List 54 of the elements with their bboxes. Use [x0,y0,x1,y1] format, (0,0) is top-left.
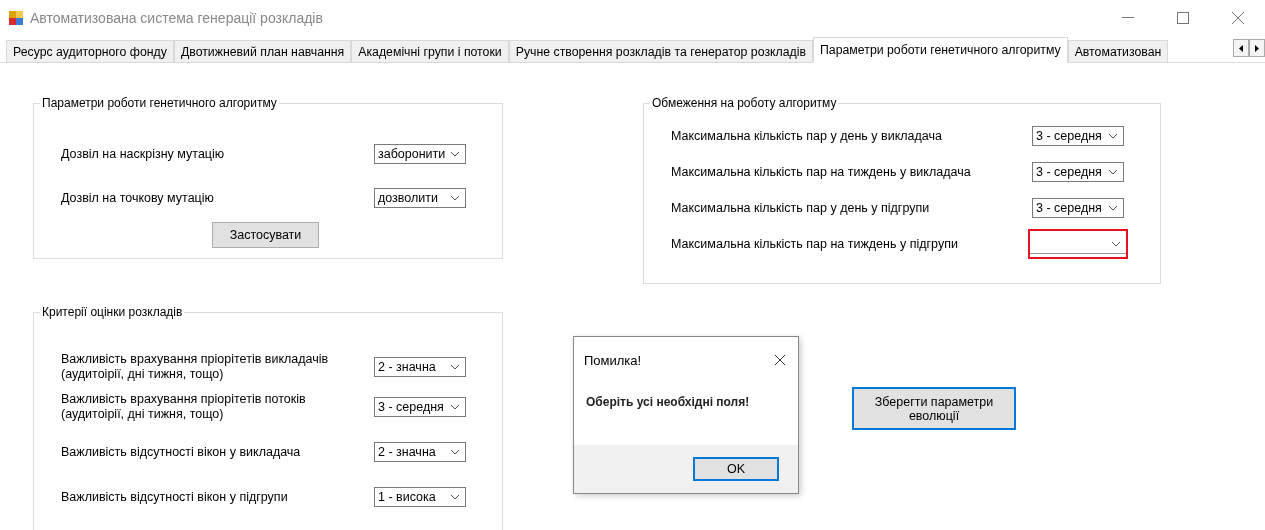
field-label: Дозвіл на наскрізну мутацію [61,146,226,162]
chevron-down-icon [450,151,460,157]
chevron-down-icon [450,404,460,410]
scroll-left-button[interactable] [1233,39,1249,57]
tab[interactable]: Параметри роботи генетичного алгоритму [813,37,1068,63]
app-icon [8,10,24,26]
field-label: Важливість врахування пріорітетів викладачів (аудитоірії, дні тижня, тощо) [61,352,330,382]
tab[interactable]: Двотижневий план навчання [173,40,352,63]
dialog-message: Оберіть усі необхідні поля! [585,394,751,411]
dialog-title: Помилка! [584,352,642,368]
dropdown[interactable]: дозволити [374,188,466,208]
minimize-icon [1121,17,1134,19]
field-label: Важливість відсутності вікон у викладача [61,444,302,460]
chevron-down-icon [1108,169,1118,175]
group-title: Критерії оцінки розкладів [41,305,184,319]
group-title: Параметри роботи генетичного алгоритму [41,96,278,110]
field-label: Максимальна кількість пар на тиждень у викладача [671,164,972,180]
ok-button[interactable]: OK [693,457,779,481]
field-label: Дозвіл на точкову мутацію [61,190,215,206]
chevron-down-icon [1108,205,1118,211]
chevron-down-icon [1108,133,1118,139]
chevron-down-icon [450,364,460,370]
dropdown[interactable]: 3 - середня [1032,198,1124,218]
field-label: Максимальна кількість пар у день у викладача [671,128,943,144]
window-title: Автоматизована система генерації розкладів [30,10,323,26]
tab[interactable]: Ручне створення розкладів та генератор розкладів [508,40,813,63]
chevron-down-icon [450,195,460,201]
dropdown[interactable]: заборонити [374,144,466,164]
dropdown[interactable]: 3 - середня [1032,126,1124,146]
scroll-right-button[interactable] [1249,39,1265,57]
field-label: Важливість відсутності вікон у підгрупи [61,489,289,505]
dropdown[interactable]: 2 - значна [374,357,466,377]
close-icon [1230,11,1245,25]
group-title: Обмеження на роботу алгоритму [651,96,838,110]
dropdown[interactable]: 3 - середня [1032,162,1124,182]
right-arrow-icon [1255,44,1259,52]
chevron-down-icon [1111,241,1121,247]
close-icon[interactable] [774,354,786,366]
tab[interactable]: Ресурс аудиторного фонду [6,40,174,63]
dropdown[interactable]: 3 - середня [374,397,466,417]
field-label: Важливість врахування пріорітетів потоків (аудитоірії, дні тижня, тощо) [61,392,307,422]
dropdown[interactable]: 1 - висока [374,487,466,507]
maximize-icon [1176,12,1189,24]
tab[interactable]: Автоматизован [1067,40,1169,63]
dropdown[interactable]: 2 - значна [374,442,466,462]
tab[interactable]: Академічні групи і потоки [351,40,509,63]
dropdown[interactable] [1028,229,1128,259]
apply-button[interactable]: Застосувати [212,222,319,248]
field-label: Максимальна кількість пар на тиждень у підгрупи [671,236,959,252]
save-button[interactable]: Зберегти параметри еволюції [852,387,1016,430]
field-label: Максимальна кількість пар у день у підгрупи [671,200,931,216]
chevron-down-icon [450,494,460,500]
chevron-down-icon [450,449,460,455]
left-arrow-icon [1239,44,1243,52]
